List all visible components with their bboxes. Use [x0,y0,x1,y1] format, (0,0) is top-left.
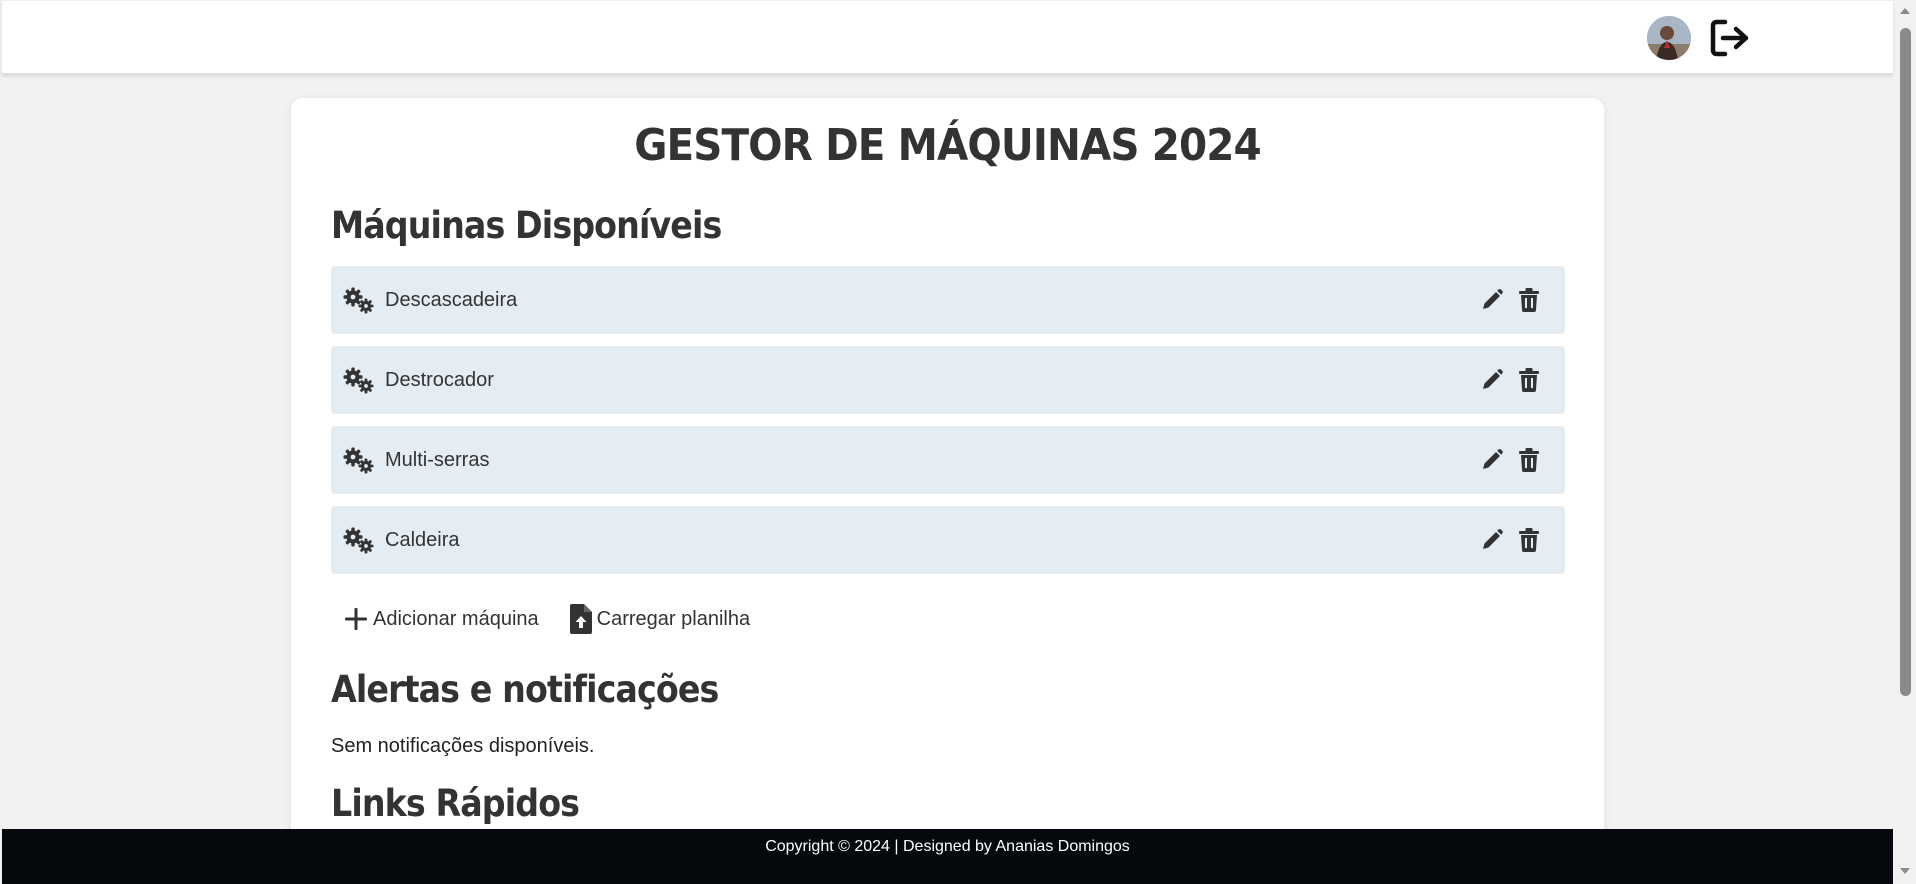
upload-sheet-button[interactable]: Carregar planilha [569,604,750,634]
machine-name: Destrocador [385,369,494,391]
add-machine-label: Adicionar máquina [373,607,539,630]
machine-name: Multi-serras [385,449,490,471]
edit-icon[interactable] [1481,289,1503,311]
machine-row[interactable]: Descascadeira [331,266,1565,334]
machine-row[interactable]: Destrocador [331,346,1565,414]
copyright-text: Copyright © 2024 | Designed by Ananias D… [765,838,1130,855]
plus-icon [345,608,367,630]
alerts-empty-message: Sem notificações disponíveis. [331,735,595,757]
avatar-image [1647,16,1691,60]
gears-icon [343,287,374,314]
machines-heading: Máquinas Disponíveis [331,204,722,247]
machine-row[interactable]: Multi-serras [331,426,1565,494]
main-card: GESTOR DE MÁQUINAS 2024 Máquinas Disponí… [291,98,1604,858]
edit-icon[interactable] [1481,529,1503,551]
trash-icon[interactable] [1519,288,1539,312]
machine-actions: Adicionar máquina Carregar planilha [343,604,780,634]
top-navbar [2,1,1893,74]
scroll-up-arrow[interactable] [1900,8,1910,14]
edit-icon[interactable] [1481,449,1503,471]
machine-name: Descascadeira [385,289,518,311]
quick-links-heading: Links Rápidos [331,782,580,825]
trash-icon[interactable] [1519,448,1539,472]
machine-name: Caldeira [385,529,460,551]
gears-icon [343,447,374,474]
trash-icon[interactable] [1519,528,1539,552]
gears-icon [343,527,374,554]
footer: Copyright © 2024 | Designed by Ananias D… [2,829,1893,884]
upload-sheet-label: Carregar planilha [596,607,751,630]
file-upload-icon [569,604,592,634]
page-scrollbar[interactable] [1895,0,1916,884]
gears-icon [343,367,374,394]
machine-row[interactable]: Caldeira [331,506,1565,574]
logout-icon[interactable] [1708,17,1752,59]
alerts-heading: Alertas e notificações [331,668,719,711]
scroll-down-arrow[interactable] [1900,868,1910,874]
machine-list: Descascadeira Destrocador Multi-serras C… [331,266,1565,586]
trash-icon[interactable] [1519,368,1539,392]
user-avatar[interactable] [1647,16,1691,60]
add-machine-button[interactable]: Adicionar máquina [343,606,539,632]
page-title: GESTOR DE MÁQUINAS 2024 [634,120,1262,171]
scroll-thumb[interactable] [1900,28,1911,696]
app-page: GESTOR DE MÁQUINAS 2024 Máquinas Disponí… [0,0,1916,884]
edit-icon[interactable] [1481,369,1503,391]
